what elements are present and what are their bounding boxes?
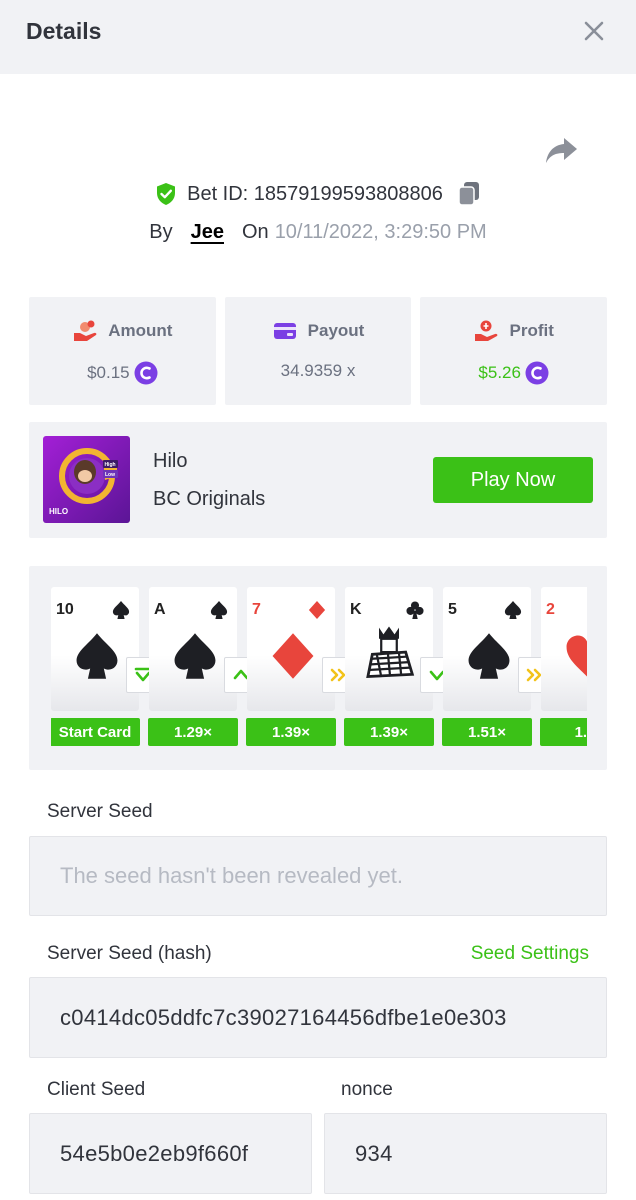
nonce-value: 934 <box>355 1140 393 1166</box>
diamond-icon <box>308 601 326 619</box>
play-now-button[interactable]: Play Now <box>433 457 593 503</box>
spade-icon <box>112 601 130 619</box>
server-seed-label: Server Seed <box>47 801 153 822</box>
amount-label: Amount <box>108 321 173 340</box>
share-icon[interactable] <box>544 136 578 166</box>
card-history-panel: 10 Start Card A 1.29× 7 1.39× K 1.39× 5 … <box>29 566 607 770</box>
game-provider: BC Originals <box>153 488 266 510</box>
hilo-game-thumbnail[interactable]: High Low HILO <box>43 436 130 523</box>
card-rank: 2 <box>546 601 555 618</box>
nonce-label: nonce <box>341 1079 393 1100</box>
playing-card: 2 <box>541 587 587 711</box>
details-header: Details <box>0 0 636 74</box>
client-seed-field[interactable]: 54e5b0e2eb9f660f <box>29 1113 312 1194</box>
card-rank: 10 <box>56 601 74 618</box>
copy-icon[interactable] <box>457 181 481 207</box>
amount-value: $0.15 <box>87 363 130 382</box>
thumb-label: HILO <box>49 507 68 516</box>
club-icon <box>406 601 424 619</box>
payout-label: Payout <box>307 321 365 340</box>
client-seed-value: 54e5b0e2eb9f660f <box>60 1140 249 1166</box>
server-seed-hash-field[interactable]: c0414dc05ddfc7c39027164456dfbe1e0e303 <box>29 977 607 1058</box>
card-rank: K <box>350 601 362 618</box>
spade-icon <box>504 601 522 619</box>
thumb-badge-high: High <box>104 462 115 468</box>
bet-by-row: By Jee On 10/11/2022, 3:29:50 PM <box>0 216 636 248</box>
spade-icon <box>210 601 228 619</box>
verified-shield-icon <box>157 183 176 205</box>
card-rank: 7 <box>252 601 261 618</box>
username-link[interactable]: Jee <box>191 221 224 244</box>
close-icon[interactable] <box>582 19 606 43</box>
coins-hand-icon <box>74 320 97 341</box>
profit-label: Profit <box>509 321 554 340</box>
page-title: Details <box>26 18 102 44</box>
card-rank: A <box>154 601 166 618</box>
client-seed-label: Client Seed <box>47 1079 146 1100</box>
card-wallet-icon <box>273 323 296 339</box>
spade-icon <box>468 633 510 679</box>
spade-icon <box>174 633 216 679</box>
currency-coin-icon <box>525 361 549 385</box>
multiplier-badge: 1.39× <box>344 718 434 746</box>
heart-icon <box>566 635 587 677</box>
bet-stats: Amount $0.15 Payout 34.9359 x Profit $5.… <box>29 297 608 405</box>
seed-settings-link[interactable]: Seed Settings <box>471 943 589 965</box>
on-label: On <box>242 220 269 243</box>
server-seed-hash-label: Server Seed (hash) <box>47 943 212 964</box>
bet-datetime: 10/11/2022, 3:29:50 PM <box>274 220 487 243</box>
multiplier-badge: 1.51× <box>442 718 532 746</box>
multiplier-badge: 1.39× <box>246 718 336 746</box>
multiplier-badge: 1.29× <box>148 718 238 746</box>
multiplier-badge: Start Card <box>51 718 140 746</box>
game-name: Hilo <box>153 450 188 472</box>
profit-value: $5.26 <box>478 363 521 382</box>
card-strip[interactable]: 10 Start Card A 1.29× 7 1.39× K 1.39× 5 … <box>51 587 587 747</box>
server-seed-hash-value: c0414dc05ddfc7c39027164456dfbe1e0e303 <box>60 1004 507 1030</box>
by-label: By <box>149 220 173 243</box>
server-seed-placeholder: The seed hasn't been revealed yet. <box>60 863 403 888</box>
card-rank: 5 <box>448 601 457 618</box>
spade-icon <box>76 633 118 679</box>
thumb-badge-low: Low <box>105 472 115 478</box>
currency-coin-icon <box>134 361 158 385</box>
nonce-field[interactable]: 934 <box>324 1113 607 1194</box>
bet-id-row: Bet ID: 18579199593808806 <box>0 178 636 210</box>
server-seed-field[interactable]: The seed hasn't been revealed yet. <box>29 836 607 916</box>
multiplier-badge: 1.5 <box>540 718 587 746</box>
profit-hand-icon <box>475 320 498 341</box>
profit-stat: Profit $5.26 <box>420 297 608 405</box>
king-illustration-icon <box>366 626 415 679</box>
payout-stat: Payout 34.9359 x <box>224 297 412 405</box>
bet-id-text: Bet ID: 18579199593808806 <box>187 182 443 205</box>
diamond-icon <box>272 633 314 679</box>
amount-stat: Amount $0.15 <box>29 297 216 405</box>
game-card: High Low HILO Hilo BC Originals Play Now <box>29 422 607 538</box>
payout-value: 34.9359 x <box>280 361 356 380</box>
